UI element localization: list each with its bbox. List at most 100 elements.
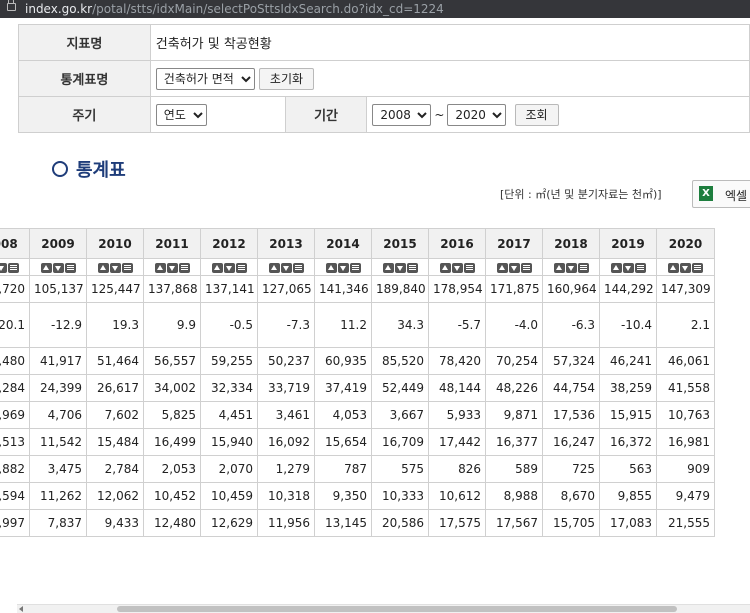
table-cell: 17,567 <box>485 509 543 537</box>
table-cell: 41,558 <box>656 374 715 402</box>
table-cell: 9.9 <box>143 302 201 348</box>
statistics-table: 2008200920102011201220132014201520162017… <box>0 228 715 537</box>
sort-up-icon[interactable] <box>97 262 109 273</box>
table-cell: 56,557 <box>143 347 201 375</box>
sort-up-icon[interactable] <box>610 262 622 273</box>
table-cell: 4,706 <box>29 401 87 429</box>
excel-button[interactable]: X 엑셀 <box>692 180 750 208</box>
circle-icon <box>52 161 68 177</box>
table-cell: 11.2 <box>314 302 372 348</box>
stat-table-select[interactable]: 건축허가 면적 <box>155 67 259 90</box>
column-menu-icon[interactable] <box>577 262 589 273</box>
sort-up-icon[interactable] <box>211 262 223 273</box>
column-menu-icon[interactable] <box>178 262 190 273</box>
sort-up-icon[interactable] <box>268 262 280 273</box>
sort-down-icon[interactable] <box>109 262 121 273</box>
scroll-left-icon[interactable] <box>19 606 23 612</box>
column-menu-icon[interactable] <box>292 262 304 273</box>
table-cell: 19.3 <box>86 302 144 348</box>
table-cell: 11,542 <box>29 428 87 456</box>
column-menu-icon[interactable] <box>520 262 532 273</box>
sort-down-icon[interactable] <box>680 262 691 273</box>
column-menu-icon[interactable] <box>406 262 418 273</box>
table-cell: 9,871 <box>485 401 543 429</box>
table-cell: 171,875 <box>485 275 543 303</box>
sort-controls <box>29 258 87 276</box>
sort-down-icon[interactable] <box>337 262 349 273</box>
table-cell: 127,065 <box>257 275 315 303</box>
sort-down-icon[interactable] <box>394 262 406 273</box>
table-cell: 24,399 <box>29 374 87 402</box>
sort-down-icon[interactable] <box>565 262 577 273</box>
sort-controls <box>371 258 429 276</box>
table-cell: 10,763 <box>656 401 715 429</box>
column-menu-icon[interactable] <box>692 262 703 273</box>
table-cell: 8,988 <box>485 482 543 510</box>
column-menu-icon[interactable] <box>121 262 133 273</box>
stat-table-dropdown[interactable]: 건축허가 면적 <box>155 67 255 90</box>
sort-down-icon[interactable] <box>508 262 520 273</box>
column-menu-icon[interactable] <box>349 262 361 273</box>
table-cell: 144,292 <box>599 275 657 303</box>
table-cell: 16,092 <box>257 428 315 456</box>
table-cell: 70,254 <box>485 347 543 375</box>
column-menu-icon[interactable] <box>64 262 76 273</box>
sort-up-icon[interactable] <box>154 262 166 273</box>
table-cell: 37,419 <box>314 374 372 402</box>
sort-down-icon[interactable] <box>223 262 235 273</box>
table-cell: -5.7 <box>428 302 486 348</box>
sort-controls <box>86 258 144 276</box>
table-row: -20.1-12.919.39.9-0.5-7.311.234.3-5.7-4.… <box>0 302 715 348</box>
browser-address-bar[interactable]: index.go.kr/potal/stts/idxMain/selectPoS… <box>0 0 750 18</box>
table-cell: 178,954 <box>428 275 486 303</box>
period-select[interactable]: 연도 <box>155 103 207 126</box>
column-menu-icon[interactable] <box>235 262 247 273</box>
sort-down-icon[interactable] <box>451 262 463 273</box>
sort-down-icon[interactable] <box>622 262 634 273</box>
table-cell: 11,956 <box>257 509 315 537</box>
column-menu-icon[interactable] <box>463 262 475 273</box>
sort-up-icon[interactable] <box>553 262 565 273</box>
table-cell: 32,334 <box>200 374 258 402</box>
table-cell: 51,464 <box>86 347 144 375</box>
reset-button[interactable]: 초기화 <box>258 67 315 90</box>
table-cell: 5,825 <box>143 401 201 429</box>
range-from-select[interactable]: 2008 <box>372 103 432 126</box>
sort-down-icon[interactable] <box>166 262 178 273</box>
sort-down-icon[interactable] <box>52 262 64 273</box>
table-cell: 7,602 <box>86 401 144 429</box>
table-cell: 125,447 <box>86 275 144 303</box>
sort-down-icon[interactable] <box>280 262 292 273</box>
table-cell: 13,594 <box>0 482 30 510</box>
column-menu-icon[interactable] <box>634 262 646 273</box>
table-row: 20,720105,137125,447137,868137,141127,06… <box>0 275 715 303</box>
table-cell: 16,499 <box>143 428 201 456</box>
query-button[interactable]: 조회 <box>514 103 559 126</box>
scrollbar-thumb[interactable] <box>117 606 677 612</box>
table-cell: 13,145 <box>314 509 372 537</box>
url-text[interactable]: index.go.kr/potal/stts/idxMain/selectPoS… <box>25 0 444 18</box>
table-cell: 34.3 <box>371 302 429 348</box>
table-cell: 85,520 <box>371 347 429 375</box>
sort-controls <box>599 258 657 276</box>
table-cell: 2,070 <box>200 455 258 483</box>
sort-up-icon[interactable] <box>496 262 508 273</box>
year-header: 2015 <box>371 228 429 259</box>
sort-up-icon[interactable] <box>668 262 679 273</box>
table-cell: 826 <box>428 455 486 483</box>
sort-up-icon[interactable] <box>40 262 52 273</box>
table-cell: 18,513 <box>0 428 30 456</box>
table-cell: 10,612 <box>428 482 486 510</box>
year-header: 2011 <box>143 228 201 259</box>
sort-up-icon[interactable] <box>439 262 451 273</box>
table-cell: 147,309 <box>656 275 715 303</box>
year-header: 2010 <box>86 228 144 259</box>
sort-up-icon[interactable] <box>325 262 337 273</box>
table-cell: 2.1 <box>656 302 715 348</box>
table-cell: 7,837 <box>29 509 87 537</box>
column-menu-icon[interactable] <box>7 262 19 273</box>
sort-down-icon[interactable] <box>0 262 7 273</box>
sort-up-icon[interactable] <box>382 262 394 273</box>
sort-controls <box>314 258 372 276</box>
range-to-select[interactable]: 2020 <box>447 103 507 126</box>
